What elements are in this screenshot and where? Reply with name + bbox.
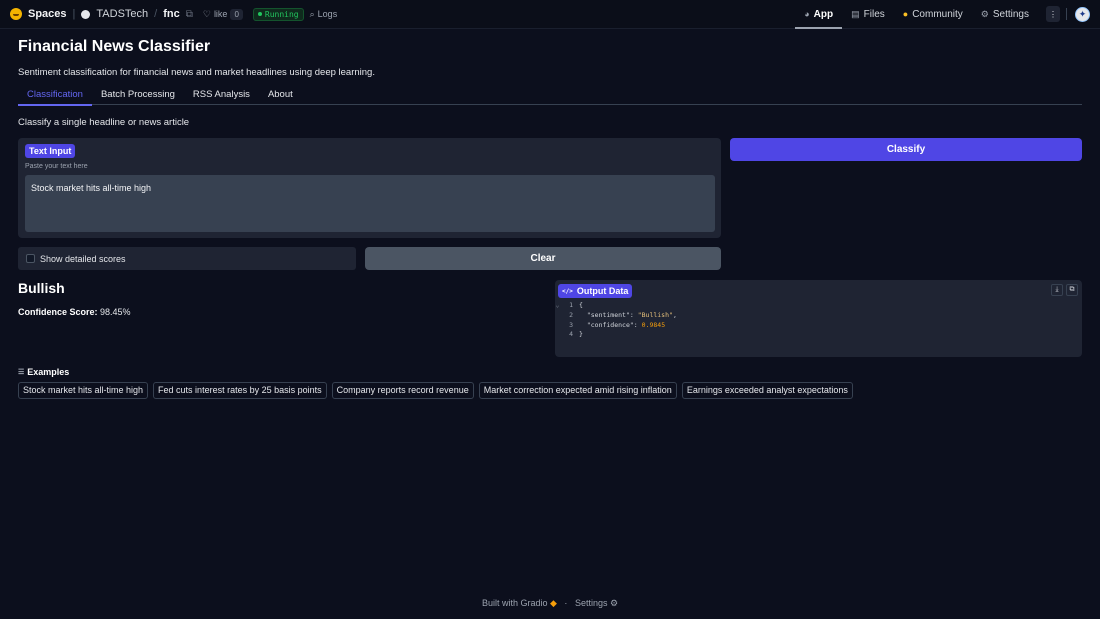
footer-settings-label: Settings (574, 598, 608, 608)
json-key: "confidence" (586, 320, 634, 329)
copy-icon[interactable]: ⧉ (186, 9, 193, 20)
text-input-label: Text Input (25, 144, 76, 158)
owner-avatar-icon (81, 9, 91, 19)
tab-bar: Classification Batch Processing RSS Anal… (18, 87, 1082, 106)
like-label: like (213, 9, 228, 19)
code-icon: </> (562, 287, 573, 295)
status-badge[interactable]: Running (252, 7, 304, 21)
header-divider-right (1066, 8, 1067, 20)
like-button[interactable]: ♡ like 0 (199, 8, 247, 20)
settings-gear-icon: ⚙ (609, 598, 619, 608)
code-line: ⌄ 1 { (555, 301, 677, 311)
nav-community[interactable]: ● Community (894, 0, 972, 29)
huggingface-logo-icon[interactable] (10, 8, 22, 20)
logs-button[interactable]: ⌕ Logs (310, 9, 338, 20)
app-icon: ◕ (804, 9, 810, 19)
detailed-scores-checkbox[interactable] (26, 254, 35, 263)
repo-name[interactable]: fnc (163, 8, 180, 20)
status-dot-icon (257, 12, 262, 16)
example-item[interactable]: Earnings exceeded analyst expectations (681, 382, 853, 399)
spaces-link[interactable]: Spaces (28, 8, 67, 20)
nav-community-label: Community (912, 8, 963, 20)
detailed-scores-label: Show detailed scores (40, 253, 126, 264)
footer-settings-link[interactable]: Settings ⚙ (575, 598, 618, 608)
confidence-value: 98.45% (100, 307, 131, 317)
nav-app[interactable]: ◕ App (795, 0, 843, 29)
sentiment-result: Bullish (18, 280, 65, 296)
example-item[interactable]: Market correction expected amid rising i… (478, 382, 677, 399)
detailed-scores-option[interactable]: Show detailed scores (18, 247, 356, 270)
output-data-label: Output Data (576, 286, 629, 296)
nav-files[interactable]: ▤ Files (842, 0, 894, 29)
example-item[interactable]: Company reports record revenue (331, 382, 474, 399)
logs-label: Logs (317, 9, 338, 19)
clear-button[interactable]: Clear (365, 247, 721, 270)
output-data-label-chip: </> Output Data (558, 284, 633, 298)
settings-icon: ⚙ (980, 8, 989, 19)
code-line: 2 "sentiment" : "Bullish" , (555, 311, 677, 321)
download-icon[interactable]: ⤓ (1051, 284, 1063, 296)
code-text: } (579, 330, 583, 339)
more-options-button[interactable]: ⋮ (1046, 6, 1060, 22)
code-line: 4 } (555, 330, 677, 340)
spaces-header: Spaces | TADSTech / fnc ⧉ ♡ like 0 Runni… (0, 0, 1100, 29)
nav-settings-label: Settings (992, 8, 1029, 20)
header-divider: | (72, 8, 76, 20)
footer: Built with Gradio ◆ · Settings ⚙ (0, 598, 1100, 609)
confidence-label: Confidence Score: (18, 307, 98, 317)
line-number: 1 (569, 301, 573, 309)
json-value: "Bullish" (637, 310, 673, 319)
tab-classification[interactable]: Classification (18, 87, 92, 106)
nav-settings[interactable]: ⚙ Settings (972, 0, 1038, 29)
examples-label: Examples (27, 367, 70, 377)
tab-rss-analysis[interactable]: RSS Analysis (184, 87, 259, 105)
more-options-icon: ⋮ (1049, 9, 1057, 19)
community-icon: ● (902, 9, 909, 19)
list-icon: ☰ (18, 369, 25, 376)
section-description: Classify a single headline or news artic… (18, 117, 190, 128)
copy-output-icon[interactable]: ⧉ (1066, 284, 1078, 296)
examples-heading: ☰ Examples (18, 367, 69, 377)
json-trail: , (672, 310, 677, 319)
app-title: Financial News Classifier (18, 38, 211, 55)
user-avatar-icon: ✦ (1078, 8, 1087, 19)
like-count: 0 (230, 8, 243, 20)
built-with-gradio-link[interactable]: Built with Gradio ◆ (482, 598, 559, 608)
code-text: { (579, 301, 583, 309)
owner-link[interactable]: TADSTech (96, 8, 148, 20)
line-number: 2 (569, 310, 573, 319)
built-with-label: Built with Gradio (481, 598, 548, 608)
output-data-panel: </> Output Data ⤓ ⧉ ⌄ 1 { 2 "sentiment" … (555, 280, 1082, 357)
line-number: 3 (569, 320, 573, 329)
nav-app-label: App (813, 8, 834, 20)
gradio-logo-icon: ◆ (549, 598, 557, 608)
tab-about[interactable]: About (259, 87, 302, 105)
code-line: 3 "confidence" : 0.9845 (555, 321, 677, 331)
text-input-panel: Text Input Paste your text here Stock ma… (18, 138, 721, 238)
example-item[interactable]: Stock market hits all-time high (18, 382, 149, 399)
footer-separator: · (564, 598, 568, 608)
line-number: 4 (569, 330, 573, 339)
json-viewer: ⌄ 1 { 2 "sentiment" : "Bullish" , 3 "con… (555, 301, 677, 340)
user-avatar[interactable]: ✦ (1075, 6, 1090, 22)
text-input-field[interactable]: Stock market hits all-time high (25, 175, 715, 232)
confidence-score: Confidence Score: 98.45% (18, 307, 131, 317)
files-icon: ▤ (851, 8, 860, 19)
nav-files-label: Files (863, 8, 885, 20)
app-subtitle: Sentiment classification for financial n… (18, 67, 375, 78)
examples-list: Stock market hits all-time high Fed cuts… (18, 382, 853, 399)
text-input-hint: Paste your text here (25, 163, 88, 170)
json-key: "sentiment" (586, 310, 630, 319)
heart-icon: ♡ (202, 8, 211, 19)
example-item[interactable]: Fed cuts interest rates by 25 basis poin… (153, 382, 327, 399)
logs-icon: ⌕ (309, 8, 315, 19)
status-label: Running (264, 9, 299, 19)
path-separator: / (154, 8, 158, 20)
tab-batch-processing[interactable]: Batch Processing (92, 87, 184, 105)
classify-button[interactable]: Classify (730, 138, 1082, 161)
json-value: 0.9845 (641, 320, 666, 329)
